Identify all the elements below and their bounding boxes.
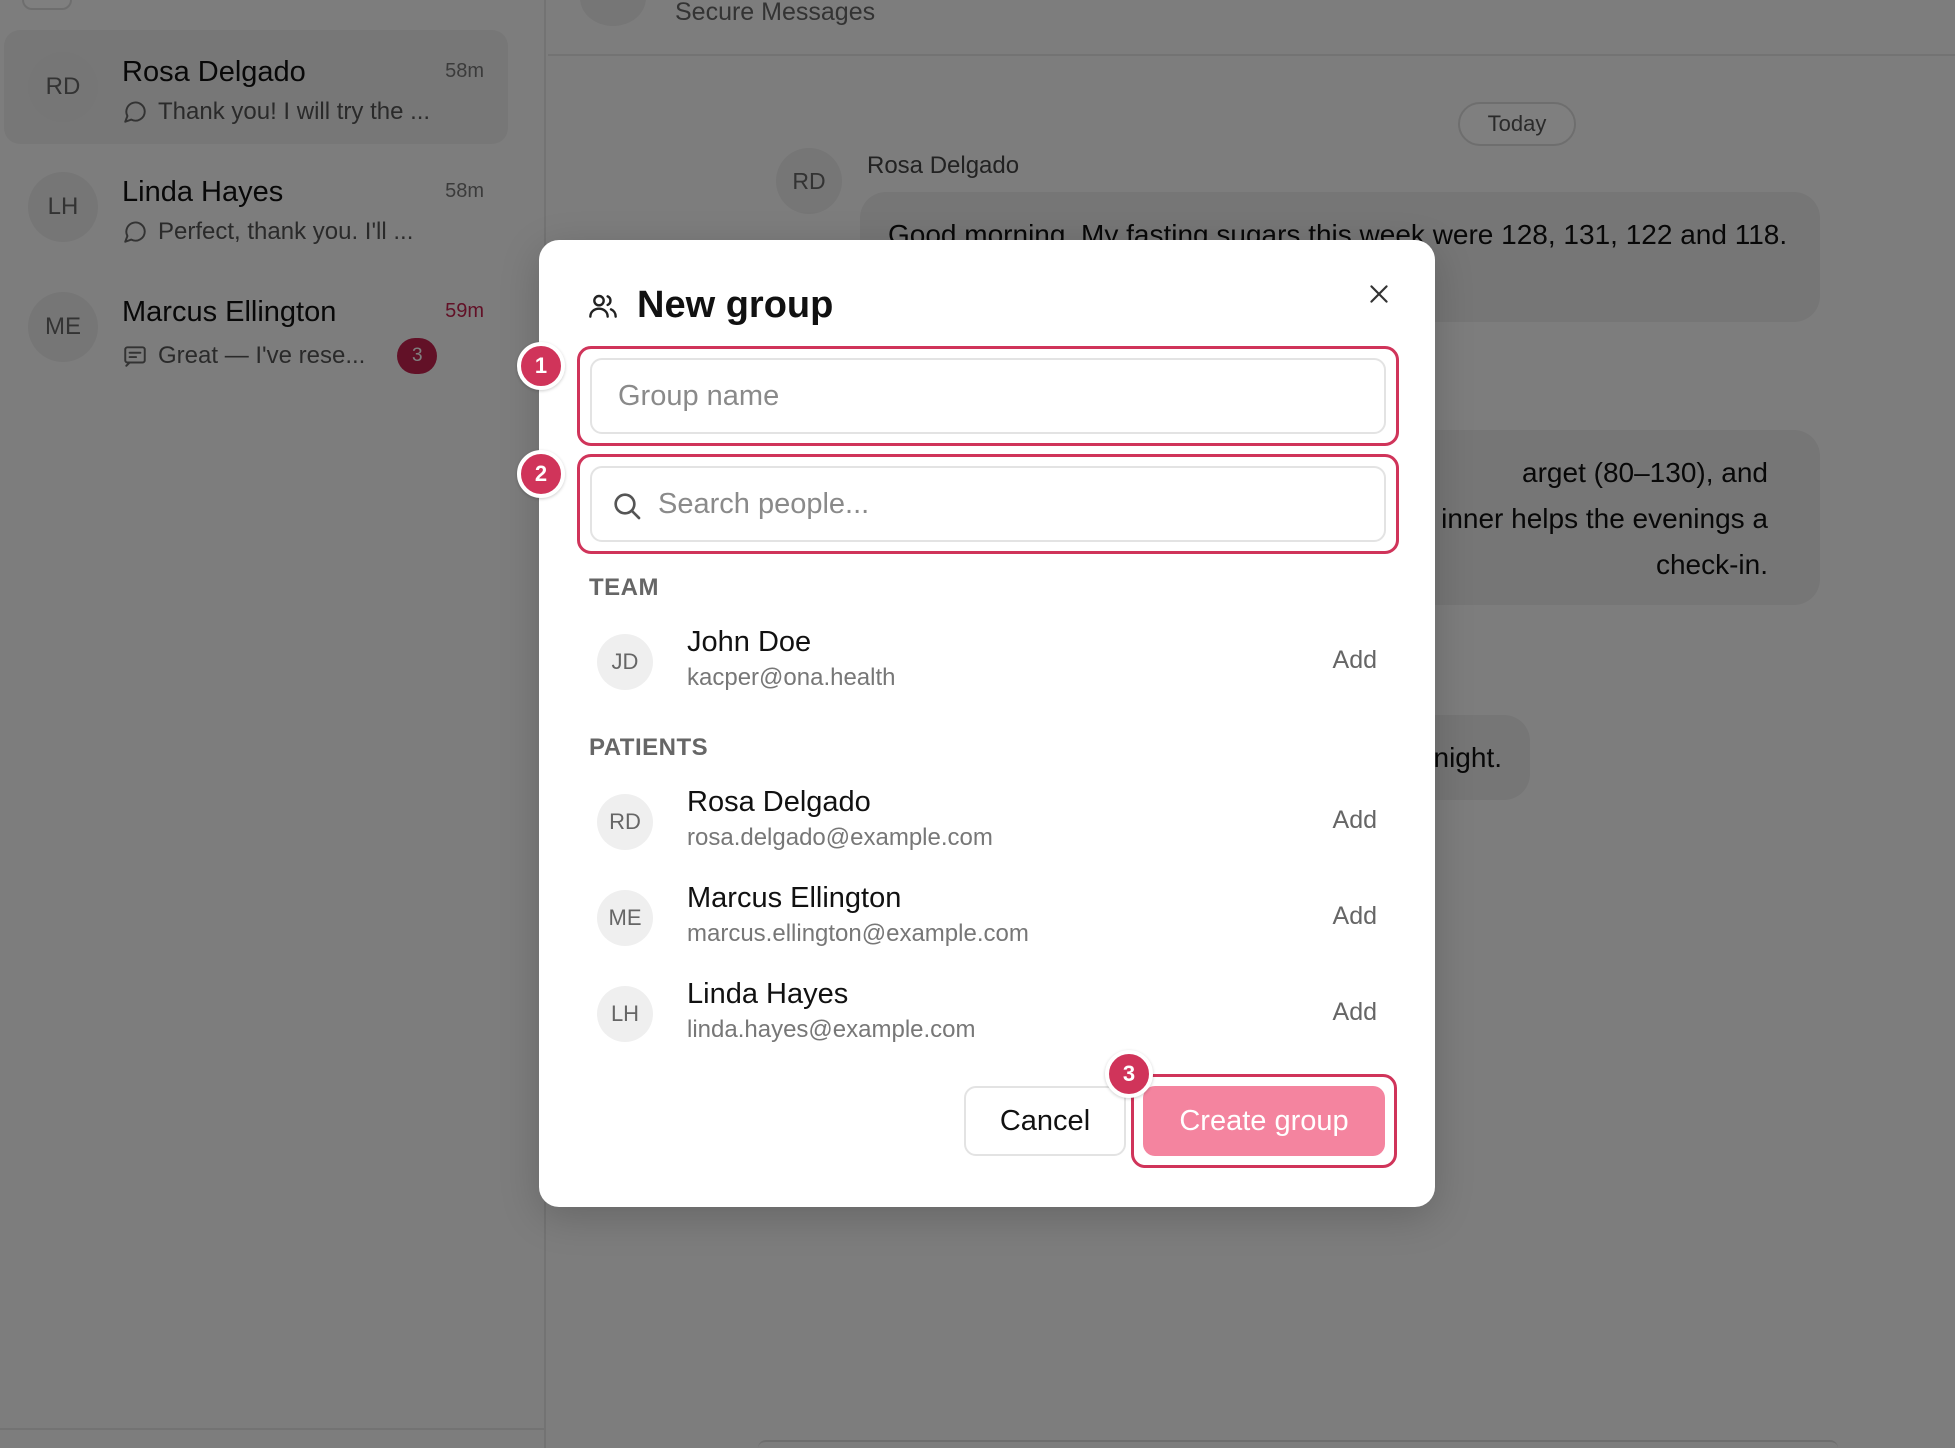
close-icon	[1370, 285, 1388, 303]
users-icon	[589, 294, 617, 318]
section-label-patients: PATIENTS	[589, 734, 709, 761]
avatar: JD	[597, 634, 653, 690]
dialog-title: New group	[637, 284, 834, 326]
create-group-button[interactable]: Create group	[1143, 1086, 1385, 1156]
person-row-linda-hayes: LH Linda Hayes linda.hayes@example.com A…	[589, 978, 1389, 1058]
person-name: Linda Hayes	[687, 978, 849, 1010]
person-email: linda.hayes@example.com	[687, 1016, 976, 1043]
group-name-input[interactable]	[590, 358, 1386, 434]
person-name: Marcus Ellington	[687, 882, 902, 914]
avatar: ME	[597, 890, 653, 946]
person-email: kacper@ona.health	[687, 664, 896, 691]
add-person-button[interactable]: Add	[1333, 902, 1377, 931]
step-badge-3: 3	[1105, 1050, 1153, 1098]
avatar: RD	[597, 794, 653, 850]
step-badge-1: 1	[517, 342, 565, 390]
person-name: John Doe	[687, 626, 812, 658]
person-row-john-doe: JD John Doe kacper@ona.health Add	[589, 626, 1389, 706]
close-button[interactable]	[1359, 274, 1399, 314]
add-person-button[interactable]: Add	[1333, 806, 1377, 835]
new-group-dialog: New group 1 2 TEAM JD John Doe kacper@on…	[517, 240, 1435, 1207]
person-row-rosa-delgado: RD Rosa Delgado rosa.delgado@example.com…	[589, 786, 1389, 866]
person-name: Rosa Delgado	[687, 786, 871, 818]
add-person-button[interactable]: Add	[1333, 998, 1377, 1027]
add-person-button[interactable]: Add	[1333, 646, 1377, 675]
section-label-team: TEAM	[589, 574, 659, 601]
cancel-button[interactable]: Cancel	[964, 1086, 1126, 1156]
step-badge-2: 2	[517, 450, 565, 498]
person-row-marcus-ellington: ME Marcus Ellington marcus.ellington@exa…	[589, 882, 1389, 962]
person-email: marcus.ellington@example.com	[687, 920, 1029, 947]
search-people-input[interactable]	[590, 466, 1386, 542]
avatar: LH	[597, 986, 653, 1042]
person-email: rosa.delgado@example.com	[687, 824, 993, 851]
